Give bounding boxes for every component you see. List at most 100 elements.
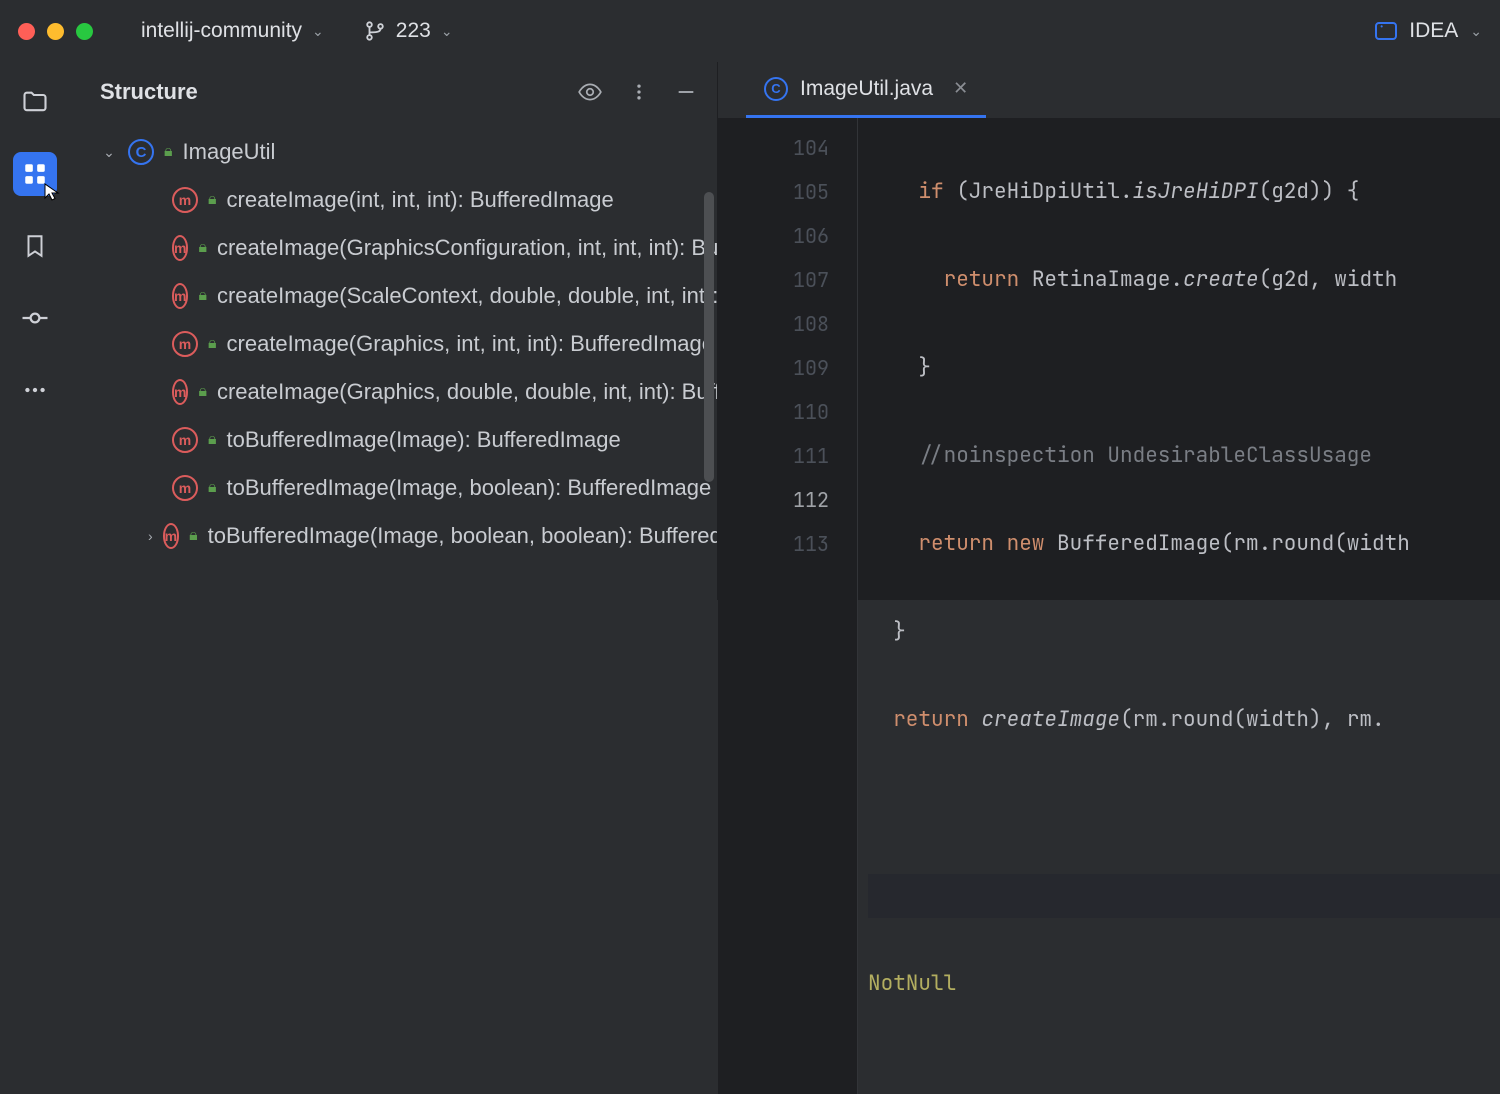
code-token: if (918, 178, 943, 205)
code-token: //noinspection UndesirableClassUsage (918, 442, 1372, 469)
editor-tabs: C ImageUtil.java ✕ (718, 62, 1500, 118)
method-icon: m (172, 379, 188, 405)
editor-body[interactable]: 104 105 106 107 108 109 110 111 112 113 … (718, 118, 1500, 1094)
lock-icon: 🔒︎ (208, 335, 217, 353)
editor-tab[interactable]: C ImageUtil.java ✕ (746, 62, 986, 118)
tree-method-node[interactable]: m 🔒︎ toBufferedImage(Image, boolean): Bu… (172, 464, 717, 512)
method-icon: m (163, 523, 179, 549)
code-token: return (893, 706, 969, 733)
eye-icon[interactable] (577, 79, 603, 105)
tree-method-node[interactable]: m 🔒︎ createImage(ScaleContext, double, d… (172, 272, 717, 320)
line-number[interactable]: 110 (793, 390, 829, 434)
chevron-down-icon: ⌄ (1470, 23, 1482, 40)
code-token: createImage (969, 706, 1120, 733)
code-token: } (918, 354, 931, 381)
main-area: Structure ⌄ C 🔒︎ ImageUtil (0, 62, 1500, 600)
ide-selector[interactable]: IDEA ⌄ (1375, 19, 1482, 43)
line-number[interactable]: 111 (793, 434, 829, 478)
method-icon: m (172, 235, 188, 261)
tree-method-node[interactable]: m 🔒︎ toBufferedImage(Image): BufferedIma… (172, 416, 717, 464)
tree-class-node[interactable]: ⌄ C 🔒︎ ImageUtil (100, 128, 717, 176)
code-token: isJreHiDPI (1133, 178, 1259, 205)
code-token: (JreHiDpiUtil. (944, 178, 1133, 205)
line-number[interactable]: 104 (793, 126, 829, 170)
tree-method-node[interactable]: m 🔒︎ createImage(Graphics, double, doubl… (172, 368, 717, 416)
lock-icon: 🔒︎ (208, 431, 217, 449)
structure-tool-button[interactable] (13, 152, 57, 196)
more-vertical-icon[interactable] (629, 79, 649, 105)
chevron-down-icon[interactable]: ⌄ (100, 144, 118, 161)
lock-icon: 🔒︎ (189, 527, 198, 545)
minimize-icon[interactable] (675, 81, 697, 103)
lock-icon: 🔒︎ (198, 287, 207, 305)
tool-window-bar (0, 62, 70, 600)
minimize-window[interactable] (47, 23, 64, 40)
bookmarks-tool-button[interactable] (13, 224, 57, 268)
chevron-down-icon: ⌄ (441, 23, 453, 40)
vcs-branch-widget[interactable]: 223 ⌄ (364, 19, 453, 43)
code-token: (g2d, width (1259, 266, 1398, 293)
tree-method-node[interactable]: m 🔒︎ createImage(Graphics, int, int, int… (172, 320, 717, 368)
code-token: (rm.round(width), rm. (1120, 706, 1385, 733)
method-icon: m (172, 283, 188, 309)
code-token: RetinaImage. (1019, 266, 1183, 293)
lock-icon: 🔒︎ (198, 383, 207, 401)
cursor-icon (43, 182, 63, 202)
chevron-down-icon: ⌄ (312, 23, 324, 40)
editor-area: C ImageUtil.java ✕ 104 105 106 107 108 1… (718, 62, 1500, 600)
class-file-icon: C (764, 77, 788, 101)
ide-name: IDEA (1409, 19, 1458, 43)
code-area[interactable]: if (JreHiDpiUtil.isJreHiDPI(g2d)) { retu… (858, 118, 1500, 1094)
line-number[interactable]: 106 (793, 214, 829, 258)
method-icon: m (172, 427, 198, 453)
lock-icon: 🔒︎ (198, 239, 207, 257)
ide-icon (1375, 22, 1397, 40)
gutter: 104 105 106 107 108 109 110 111 112 113 (718, 118, 858, 1094)
tab-filename: ImageUtil.java (800, 77, 933, 101)
project-name: intellij-community (141, 19, 302, 43)
method-signature: createImage(Graphics, int, int, int): Bu… (227, 331, 715, 357)
chevron-right-icon[interactable]: › (148, 528, 153, 544)
scrollbar-thumb[interactable] (704, 192, 714, 482)
code-token: (g2d)) { (1259, 178, 1360, 205)
close-icon[interactable]: ✕ (953, 78, 968, 99)
line-number[interactable]: 108 (793, 302, 829, 346)
code-token: return new (918, 530, 1044, 557)
commit-icon (20, 303, 50, 333)
more-horizontal-icon (22, 377, 48, 403)
lock-icon: 🔒︎ (164, 143, 173, 161)
tree-method-node[interactable]: › m 🔒︎ toBufferedImage(Image, boolean, b… (148, 512, 717, 560)
code-token: create (1183, 266, 1259, 293)
project-selector[interactable]: intellij-community ⌄ (141, 19, 324, 43)
class-icon: C (128, 139, 154, 165)
more-tools-button[interactable] (13, 368, 57, 412)
method-signature: toBufferedImage(Image, boolean): Buffere… (227, 475, 712, 501)
folder-icon (21, 88, 49, 116)
tree-method-node[interactable]: m 🔒︎ createImage(GraphicsConfiguration, … (172, 224, 717, 272)
vcs-changes-count: 223 (396, 19, 431, 43)
panel-title: Structure (100, 79, 198, 105)
commit-tool-button[interactable] (13, 296, 57, 340)
line-number[interactable]: 105 (793, 170, 829, 214)
window-controls (18, 23, 93, 40)
project-tool-button[interactable] (13, 80, 57, 124)
method-icon: m (172, 331, 198, 357)
tree-method-node[interactable]: m 🔒︎ createImage(int, int, int): Buffere… (172, 176, 717, 224)
code-token: NotNull (868, 970, 956, 997)
bookmark-icon (22, 232, 48, 260)
structure-panel: Structure ⌄ C 🔒︎ ImageUtil (70, 62, 718, 600)
method-signature: createImage(GraphicsConfiguration, int, … (217, 235, 717, 261)
method-signature: toBufferedImage(Image): BufferedImage (227, 427, 621, 453)
line-number[interactable]: 112 (793, 478, 829, 522)
structure-tree: ⌄ C 🔒︎ ImageUtil m 🔒︎ createImage(int, i… (70, 122, 717, 560)
panel-header: Structure (70, 62, 717, 122)
line-number[interactable]: 113 (793, 522, 829, 566)
maximize-window[interactable] (76, 23, 93, 40)
close-window[interactable] (18, 23, 35, 40)
code-token: } (893, 618, 906, 645)
line-number[interactable]: 107 (793, 258, 829, 302)
lock-icon: 🔒︎ (208, 479, 217, 497)
lock-icon: 🔒︎ (208, 191, 217, 209)
code-token: BufferedImage(rm.round(width (1044, 530, 1409, 557)
line-number[interactable]: 109 (793, 346, 829, 390)
